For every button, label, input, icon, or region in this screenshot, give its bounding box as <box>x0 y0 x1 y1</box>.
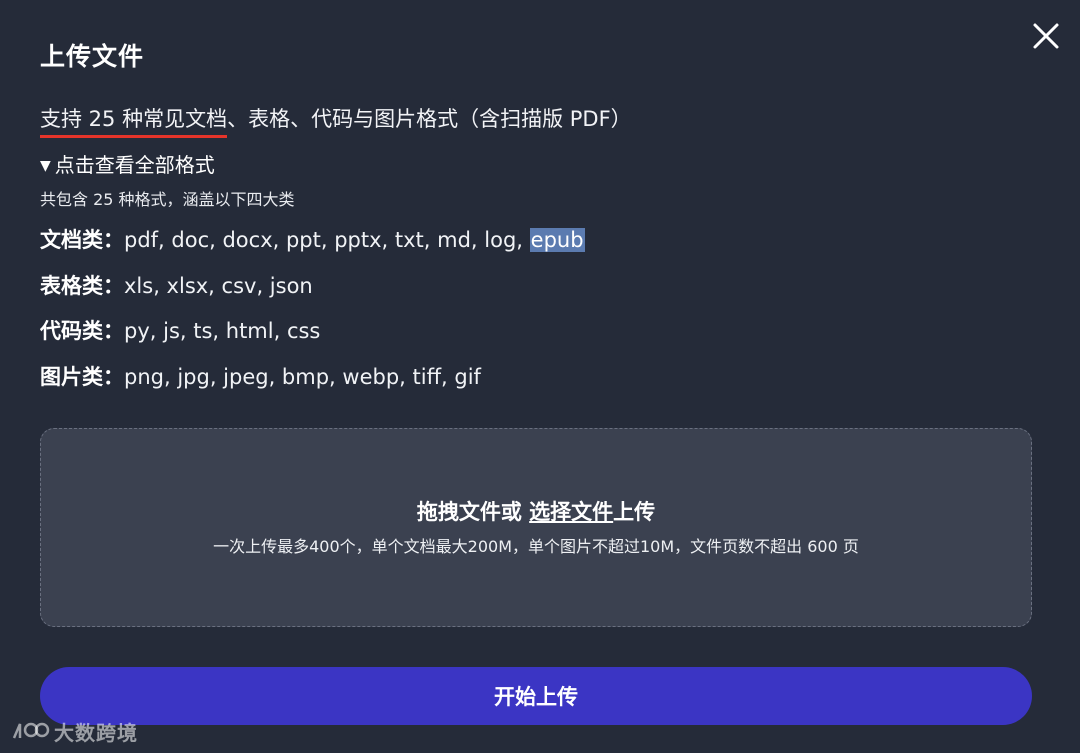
format-list: xls, xlsx, csv, json <box>124 274 313 298</box>
support-description: 支持 25 种常见文档、表格、代码与图片格式（含扫描版 PDF） <box>40 104 632 138</box>
format-list: py, js, ts, html, css <box>124 319 321 343</box>
support-highlight: 支持 25 种常见文档 <box>40 104 228 138</box>
formats-summary: 共包含 25 种格式，涵盖以下四大类 <box>40 190 295 209</box>
dialog-title: 上传文件 <box>40 42 145 71</box>
watermark: 大数跨境 <box>10 716 138 746</box>
format-category: 文档类： <box>40 228 124 252</box>
formats-toggle[interactable]: ▼ 点击查看全部格式 <box>40 151 215 180</box>
formats-toggle-label: 点击查看全部格式 <box>54 153 215 177</box>
support-rest: 、表格、代码与图片格式（含扫描版 PDF） <box>227 107 632 131</box>
file-dropzone[interactable]: 拖拽文件或 选择文件上传 一次上传最多400个，单个文档最大200M，单个图片不… <box>40 428 1032 627</box>
upload-limits: 一次上传最多400个，单个文档最大200M，单个图片不超过10M，文件页数不超出… <box>213 537 859 556</box>
format-row-image: 图片类：png, jpg, jpeg, bmp, webp, tiff, gif <box>40 361 481 393</box>
selected-text: epub <box>529 228 585 252</box>
triangle-down-icon: ▼ <box>40 158 51 174</box>
format-row-spreadsheet: 表格类：xls, xlsx, csv, json <box>40 270 313 302</box>
format-row-code: 代码类：py, js, ts, html, css <box>40 315 320 347</box>
format-list: pdf, doc, docx, ppt, pptx, txt, md, log, <box>124 228 530 252</box>
dropzone-suffix: 上传 <box>613 500 656 524</box>
format-category: 图片类： <box>40 365 124 389</box>
format-row-document: 文档类：pdf, doc, docx, ppt, pptx, txt, md, … <box>40 224 585 256</box>
start-upload-button[interactable]: 开始上传 <box>40 667 1032 725</box>
format-list: png, jpg, jpeg, bmp, webp, tiff, gif <box>124 365 481 389</box>
format-category: 表格类： <box>40 274 124 298</box>
dropzone-prefix: 拖拽文件或 <box>416 500 530 524</box>
format-category: 代码类： <box>40 319 124 343</box>
close-button[interactable] <box>1030 20 1062 52</box>
select-file-link[interactable]: 选择文件 <box>529 500 613 524</box>
watermark-logo-icon <box>12 722 50 739</box>
upload-dialog: 上传文件 支持 25 种常见文档、表格、代码与图片格式（含扫描版 PDF） ▼ 点… <box>0 0 1080 753</box>
watermark-text: 大数跨境 <box>54 720 138 745</box>
close-icon <box>1033 23 1059 49</box>
dropzone-instruction: 拖拽文件或 选择文件上传 <box>41 497 1031 527</box>
